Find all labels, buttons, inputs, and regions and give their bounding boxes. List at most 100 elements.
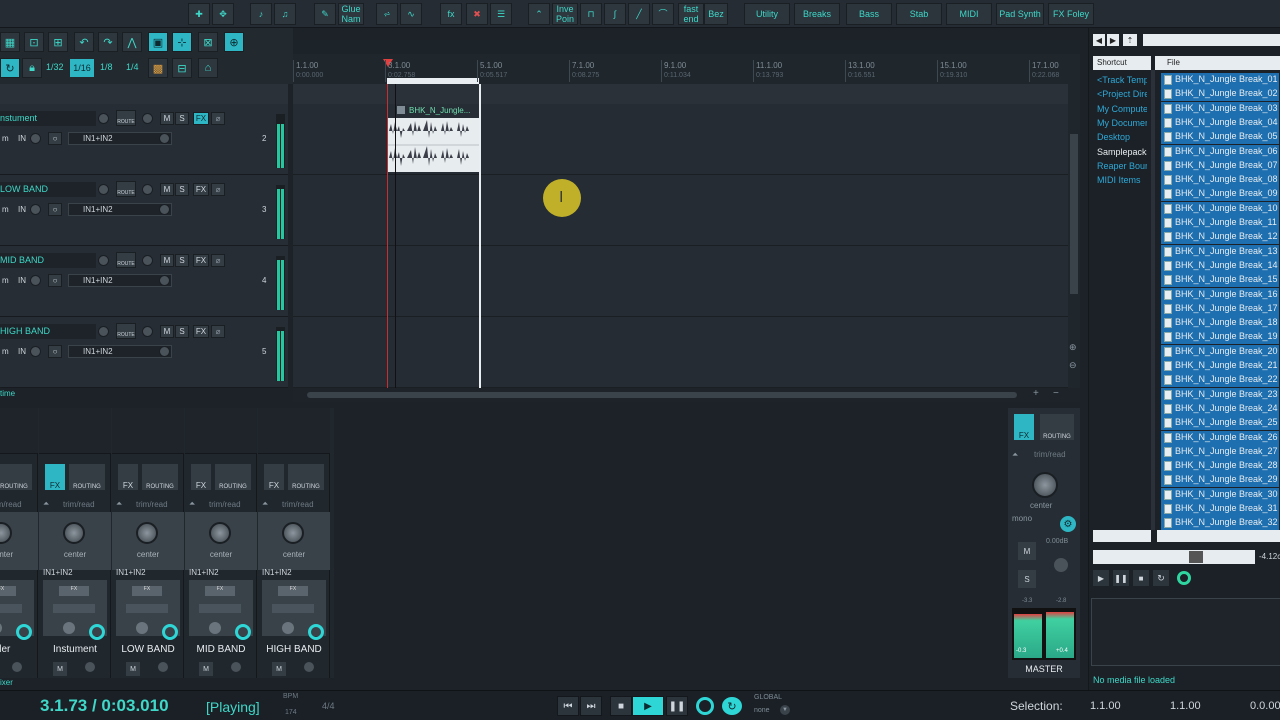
strip-routing-button[interactable]: ROUTING [215,464,251,490]
record-mode-label[interactable]: m [2,276,9,285]
file-list-item[interactable]: BHK_N_Jungle Break_01 [1161,73,1279,87]
strip-fx-button[interactable]: FX [264,464,284,490]
solo-button[interactable]: S [175,183,189,196]
record-arm-icon[interactable]: ○ [48,274,62,287]
file-list-item[interactable]: BHK_N_Jungle Break_28 [1161,459,1279,474]
fx-slot[interactable] [112,408,184,454]
selection-end[interactable]: 1.1.00 [1170,700,1201,712]
track-header[interactable]: nstument ROUTE M S FX ⌀ m IN ○ IN1+IN2 2 [0,104,288,175]
file-list-item[interactable]: BHK_N_Jungle Break_15 [1161,273,1279,288]
midi-note-alt-icon[interactable]: ♫ [274,3,296,25]
delete-fx-icon[interactable]: ✖ [466,3,488,25]
item-props-icon[interactable]: ⊟ [172,58,192,78]
monitor-button[interactable] [199,604,241,613]
file-list-item[interactable]: BHK_N_Jungle Break_30 [1161,487,1279,502]
crop-icon[interactable]: ⊡ [24,32,44,52]
master-trim-label[interactable]: trim/read [1034,450,1066,459]
file-hscroll[interactable] [1157,530,1280,542]
fx-input-button[interactable]: FX [205,586,235,596]
record-arm-icon[interactable]: ○ [48,132,62,145]
shortcut-item[interactable]: My Documen [1097,118,1147,128]
strip-record-icon[interactable] [162,624,178,640]
master-pan-knob[interactable] [1032,472,1058,498]
fx-button[interactable]: FX [193,325,209,338]
master-routing-button[interactable]: ROUTING [1040,414,1074,440]
file-list-item[interactable]: BHK_N_Jungle Break_06 [1161,144,1279,159]
track-pan-knob[interactable] [142,255,153,266]
mute-button[interactable]: M [160,112,174,125]
strip-env-icon[interactable]: ⏶ [116,499,122,509]
solo-button[interactable]: S [175,254,189,267]
strip-volume-knob[interactable] [304,662,314,672]
undo-icon[interactable]: ↶ [74,32,94,52]
pause-icon[interactable]: ❚❚ [666,696,688,716]
file-list-item[interactable]: BHK_N_Jungle Break_26 [1161,430,1279,445]
file-list-item[interactable]: BHK_N_Jungle Break_17 [1161,301,1279,316]
fx-input-button[interactable]: FX [0,586,16,596]
waveform-split-icon[interactable]: ⩫ [376,3,398,25]
curve-shape-icon[interactable]: ⌒ [652,3,674,25]
fx-bypass-icon[interactable]: ⌀ [211,325,225,338]
shortcut-item[interactable]: Desktop [1097,132,1147,142]
strip-routing-button[interactable]: ROUTING [0,464,32,490]
move-item-icon[interactable]: ✥ [212,3,234,25]
go-to-end-icon[interactable]: ⏭ [580,696,602,716]
input-dropdown-icon[interactable] [159,204,170,215]
strip-record-icon[interactable] [235,624,251,640]
square-shape-icon[interactable]: ⊓ [580,3,602,25]
arrange-vscroll[interactable]: ⊕ ⊖ [1068,84,1080,388]
media-item[interactable]: BHK_N_Jungle... [387,104,479,173]
midi-note-icon[interactable]: ♪ [250,3,272,25]
file-list-item[interactable]: BHK_N_Jungle Break_13 [1161,244,1279,259]
strip-pan-knob[interactable] [63,522,85,544]
shortcut-item[interactable]: Samplepacks [1097,147,1147,157]
play-icon[interactable]: ▶ [632,696,664,716]
fx-input-button[interactable]: FX [59,586,89,596]
file-list-item[interactable]: BHK_N_Jungle Break_03 [1161,101,1279,116]
file-list-item[interactable]: BHK_N_Jungle Break_07 [1161,158,1279,173]
file-list-item[interactable]: BHK_N_Jungle Break_10 [1161,201,1279,216]
master-mono-label[interactable]: mono [1012,514,1032,523]
selection-start[interactable]: 1.1.00 [1090,700,1121,712]
shortcut-item[interactable]: My Computer [1097,104,1147,114]
ripple-edit-icon[interactable]: ⊠ [198,32,218,52]
track-header[interactable]: HIGH BAND ROUTE M S FX ⌀ m IN ○ IN1+IN2 … [0,317,288,388]
file-header[interactable]: File [1155,56,1280,70]
input-dropdown-icon[interactable] [159,133,170,144]
tab-fx-foley[interactable]: FX Foley [1048,3,1094,25]
route-button[interactable]: ROUTE [116,110,136,126]
parent-folder-icon[interactable]: ⇡ [1123,34,1137,46]
strip-env-icon[interactable]: ⏶ [189,499,195,509]
master-env-icon[interactable]: ⏶ [1012,450,1018,460]
position-readout[interactable]: 3.1.73 / 0:03.010 [40,696,169,716]
mixer-tab-label[interactable]: ixer [0,678,13,687]
strip-trim-label[interactable]: trim/read [209,500,241,509]
strip-pan-knob[interactable] [209,522,231,544]
lock-grid-icon[interactable]: ⊕ [224,32,244,52]
preview-pause-icon[interactable]: ❚❚ [1113,570,1129,586]
track-name[interactable]: LOW BAND [0,182,96,197]
fx-button[interactable]: FX [193,254,209,267]
track-volume-knob[interactable] [98,326,109,337]
file-list-item[interactable]: BHK_N_Jungle Break_11 [1161,216,1279,230]
input-monitor-label[interactable]: IN [18,347,26,356]
global-dropdown-icon[interactable]: ▼ [780,705,790,715]
track-header[interactable]: LOW BAND ROUTE M S FX ⌀ m IN ○ IN1+IN2 3 [0,175,288,246]
master-mute-button[interactable]: M [1018,542,1036,560]
fx-bypass-icon[interactable]: ⌀ [211,112,225,125]
master-settings-icon[interactable]: ⚙ [1060,516,1076,532]
fx-input-button[interactable]: FX [278,586,308,596]
strip-input-knob[interactable] [136,622,148,634]
loop-icon[interactable]: ↻ [0,58,20,78]
tab-pad-synth[interactable]: Pad Synth [996,3,1044,25]
grid-1-8[interactable]: 1/8 [100,62,113,72]
tab-breaks[interactable]: Breaks [794,3,840,25]
hzoom-out-icon[interactable]: − [1053,388,1059,399]
grid-icon[interactable]: ▦ [0,32,20,52]
strip-env-icon[interactable]: ⏶ [43,499,49,509]
strip-mute-button[interactable]: M [53,662,67,676]
strip-input-knob[interactable] [209,622,221,634]
input-select[interactable]: IN1+IN2 [68,203,172,216]
file-list-item[interactable]: BHK_N_Jungle Break_12 [1161,230,1279,245]
zoom-out-icon[interactable]: ⊖ [1069,360,1077,371]
